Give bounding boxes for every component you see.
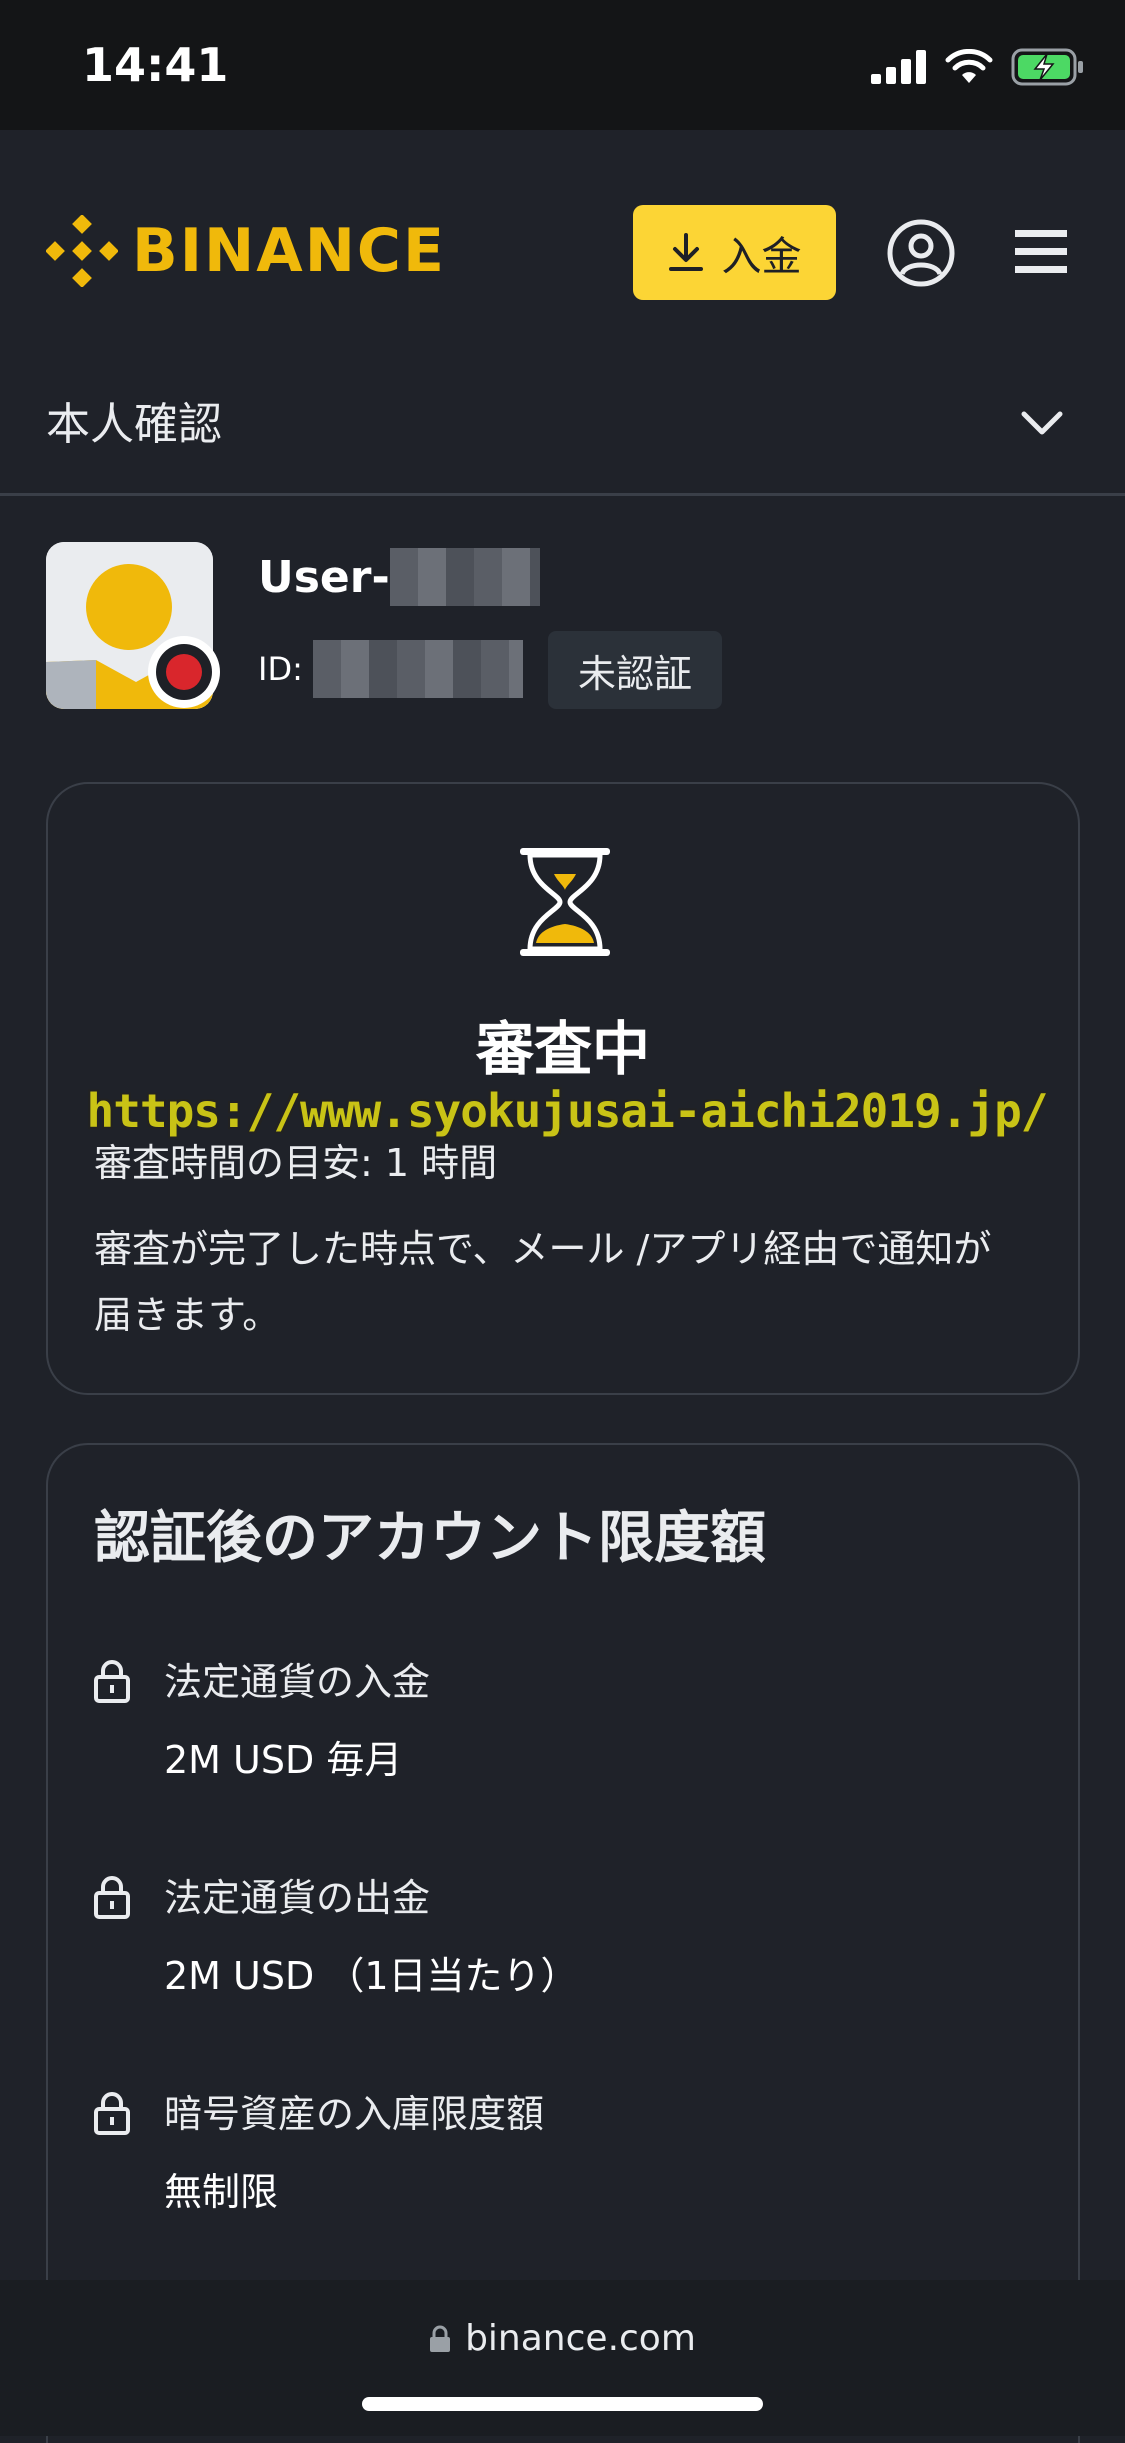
lock-icon — [94, 1876, 130, 1919]
limit-label: 暗号資産の入庫限度額 — [164, 2092, 545, 2136]
limit-value: 無制限 — [164, 2170, 279, 2214]
limit-label: 法定通貨の出金 — [164, 1876, 431, 1920]
redacted-username — [389, 548, 540, 606]
battery-charging-icon — [1011, 48, 1083, 86]
deposit-label: 入金 — [721, 233, 802, 280]
cellular-signal-icon — [871, 50, 926, 84]
hamburger-menu-icon[interactable] — [1015, 226, 1067, 278]
chevron-down-icon[interactable] — [1020, 400, 1064, 444]
user-id: ID: — [258, 640, 523, 698]
lock-icon — [94, 1660, 130, 1703]
limit-value: 2M USD （1日当たり） — [164, 1954, 579, 1998]
account-icon[interactable] — [886, 218, 956, 288]
unverified-indicator-icon — [148, 636, 220, 708]
section-title[interactable]: 本人確認 — [46, 388, 222, 452]
binance-logo-icon — [46, 215, 118, 287]
hourglass-icon — [520, 848, 610, 956]
clock: 14:41 — [82, 38, 229, 92]
wifi-icon — [945, 49, 993, 83]
limit-label: 法定通貨の入金 — [164, 1660, 431, 1704]
review-status-card: 審査中 https://www.syokujusai-aichi2019.jp/… — [46, 782, 1080, 1395]
lock-icon — [430, 2325, 451, 2352]
limit-value: 2M USD 毎月 — [164, 1738, 403, 1782]
lock-icon — [94, 2092, 130, 2135]
review-time-estimate: 審査時間の目安: 1 時間 — [94, 1141, 498, 1185]
divider — [0, 493, 1125, 496]
review-description: 審査が完了した時点で、メール /アプリ経由で通知が届きます。 — [94, 1227, 992, 1337]
address-bar[interactable]: binance.com — [0, 2318, 1125, 2359]
verification-status-badge: 未認証 — [548, 631, 722, 709]
brand-name: BINANCE — [132, 216, 446, 286]
home-indicator[interactable] — [362, 2397, 763, 2411]
status-icons — [871, 48, 1085, 86]
binance-logo[interactable]: BINANCE — [46, 215, 446, 287]
status-bar: 14:41 — [0, 0, 1125, 130]
limits-title: 認証後のアカウント限度額 — [94, 1506, 766, 1571]
deposit-button[interactable]: 入金 — [633, 205, 836, 300]
username-prefix: User- — [258, 551, 390, 603]
username: User- — [258, 548, 540, 606]
watermark-text: https://www.syokujusai-aichi2019.jp/ — [86, 1084, 1049, 1138]
url-text: binance.com — [465, 2318, 696, 2359]
review-title: 審査中 — [475, 1015, 650, 1083]
redacted-user-id — [312, 640, 523, 698]
download-icon — [668, 232, 703, 271]
user-id-label: ID: — [258, 650, 303, 688]
